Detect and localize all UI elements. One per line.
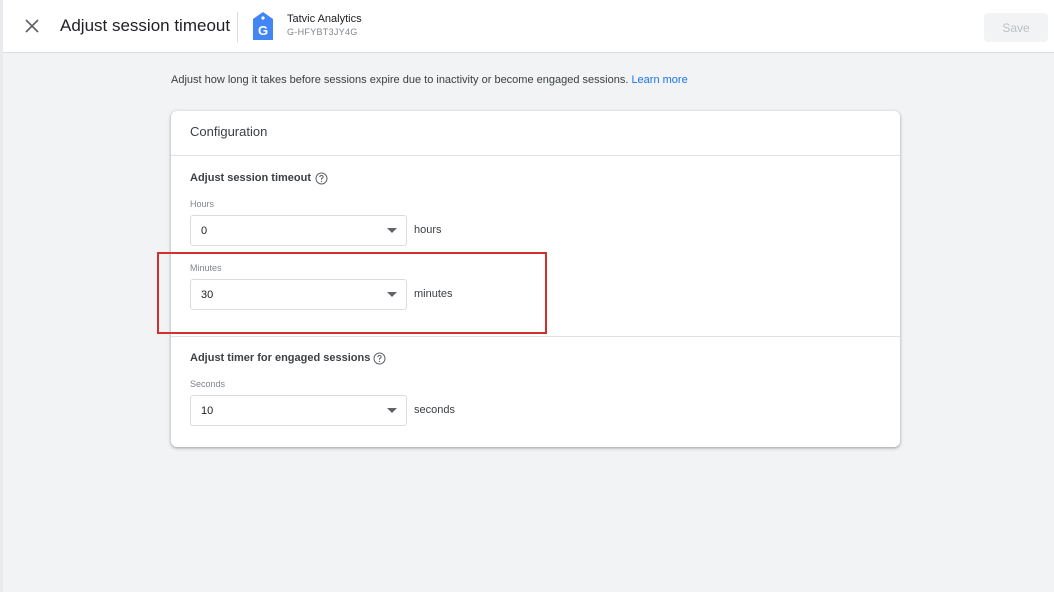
- page-header: Adjust session timeout G Tatvic Analytic…: [3, 0, 1054, 53]
- learn-more-link[interactable]: Learn more: [631, 74, 687, 86]
- seconds-unit: seconds: [414, 404, 455, 416]
- property-icon-letter: G: [258, 23, 268, 38]
- window-edge: [0, 0, 3, 592]
- property-tag-icon: G: [251, 11, 275, 41]
- hours-value: 0: [201, 225, 208, 237]
- seconds-select[interactable]: 10: [190, 395, 407, 426]
- chevron-down-icon: [387, 408, 397, 413]
- hours-select[interactable]: 0: [190, 215, 407, 246]
- chevron-down-icon: [387, 228, 397, 233]
- property-name: Tatvic Analytics: [287, 13, 362, 25]
- chevron-down-icon: [387, 292, 397, 297]
- session-timeout-title: Adjust session timeout: [190, 172, 312, 184]
- save-button[interactable]: Save: [984, 13, 1048, 42]
- header-divider: [237, 12, 238, 42]
- minutes-label: Minutes: [190, 263, 222, 273]
- card-header: Configuration: [171, 111, 900, 156]
- card-title: Configuration: [190, 124, 268, 139]
- intro-description: Adjust how long it takes before sessions…: [171, 74, 688, 86]
- hours-unit: hours: [414, 224, 442, 236]
- close-icon: [25, 19, 39, 33]
- intro-text: Adjust how long it takes before sessions…: [171, 74, 629, 86]
- seconds-label: Seconds: [190, 379, 226, 389]
- minutes-unit: minutes: [414, 288, 453, 300]
- session-timeout-help-icon[interactable]: [315, 172, 328, 185]
- minutes-select[interactable]: 30: [190, 279, 407, 310]
- minutes-value: 30: [201, 289, 214, 301]
- engaged-timer-title: Adjust timer for engaged sessions: [190, 352, 371, 364]
- page-title: Adjust session timeout: [60, 16, 231, 35]
- seconds-value: 10: [201, 405, 214, 417]
- engaged-timer-help-icon[interactable]: [373, 352, 386, 365]
- section-divider: [171, 336, 900, 337]
- configuration-card: Configuration Adjust session timeout Hou…: [171, 111, 900, 447]
- hours-label: Hours: [190, 199, 215, 209]
- property-id: G-HFYBT3JY4G: [287, 27, 358, 37]
- close-button[interactable]: [20, 14, 44, 38]
